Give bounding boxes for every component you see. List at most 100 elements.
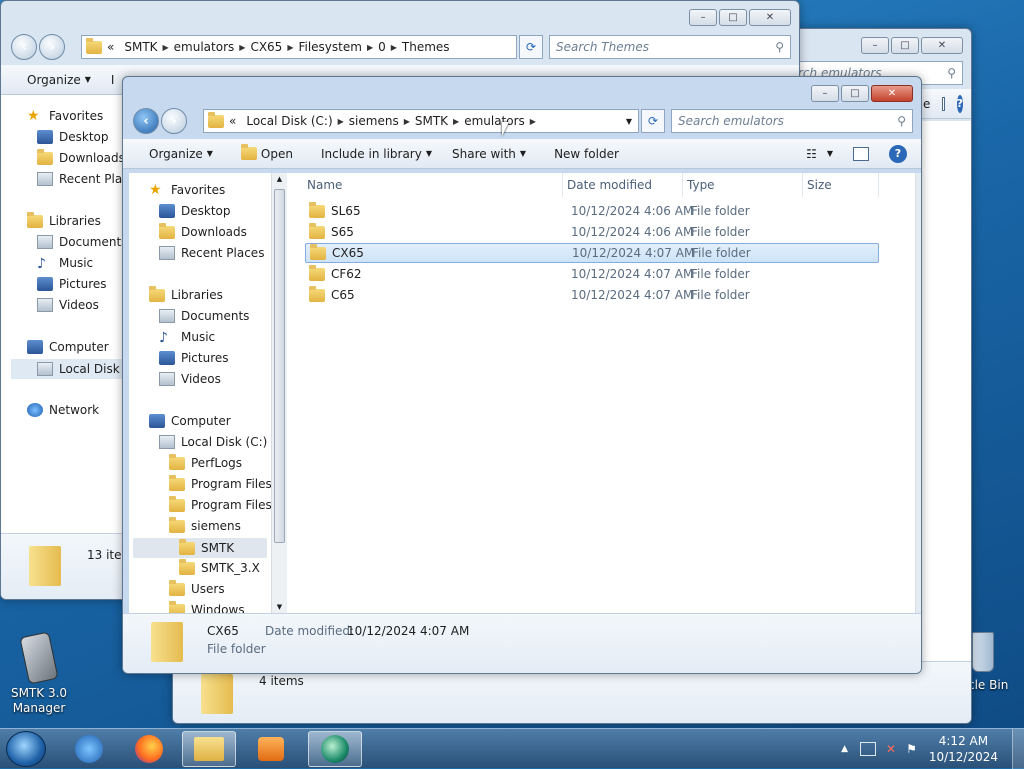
nav-pictures[interactable]: Pictures [159, 351, 229, 365]
start-button[interactable] [6, 731, 46, 767]
nav-perflogs[interactable]: PerfLogs [169, 453, 242, 470]
nav-scrollbar[interactable]: ▲ ▼ [271, 173, 287, 613]
address-segment-emulators[interactable]: emulators [174, 40, 235, 54]
action-center-flag-icon[interactable]: ⚑ [906, 742, 917, 756]
address-dropdown-icon[interactable]: ▼ [626, 117, 632, 126]
nav-videos[interactable]: Videos [159, 372, 221, 386]
close-button[interactable]: ✕ [921, 37, 963, 54]
smtk-manager-desktop-icon[interactable]: SMTK 3.0 Manager [6, 631, 72, 716]
taskbar-smtk-button[interactable] [308, 731, 362, 767]
nav-desktop[interactable]: Desktop [159, 204, 231, 218]
nav-local-disk[interactable]: Local Disk (C:) [159, 435, 267, 449]
organize-button[interactable]: Organize ▼ [1, 73, 101, 87]
refresh-button[interactable]: ⟳ [641, 109, 665, 133]
address-bar[interactable]: « Local Disk (C:) ▶ siemens ▶ SMTK ▶ emulat… [203, 109, 639, 133]
taskbar-media-player-button[interactable] [244, 731, 298, 767]
nav-recent[interactable]: Recent Plac [37, 172, 129, 186]
nav-pictures[interactable]: Pictures [37, 277, 107, 291]
volume-muted-icon[interactable]: ✕ [886, 742, 896, 756]
maximize-button[interactable]: □ [891, 37, 919, 54]
organize-button[interactable]: Organize ▼ [123, 147, 223, 161]
include-in-library-button[interactable]: Include in library ▼ [303, 147, 442, 161]
nav-smtk[interactable]: SMTK [133, 538, 267, 558]
address-segment-0[interactable]: 0 [378, 40, 386, 54]
nav-videos[interactable]: Videos [37, 298, 99, 312]
taskbar-explorer-button[interactable] [182, 731, 236, 767]
minimize-button[interactable]: – [689, 9, 717, 26]
preview-pane-icon[interactable] [942, 96, 945, 111]
nav-computer[interactable]: Computer [149, 414, 231, 428]
nav-computer[interactable]: Computer [27, 340, 109, 354]
close-button[interactable]: ✕ [749, 9, 791, 26]
show-desktop-button[interactable] [1012, 729, 1024, 769]
preview-pane-button[interactable] [843, 146, 879, 161]
nav-windows[interactable]: Windows [169, 600, 245, 613]
forward-button[interactable]: › [39, 34, 65, 60]
maximize-button[interactable]: □ [841, 85, 869, 102]
maximize-button[interactable]: □ [719, 9, 747, 26]
share-with-button[interactable]: Share with ▼ [442, 147, 536, 161]
refresh-button[interactable]: ⟳ [519, 35, 543, 59]
nav-downloads[interactable]: Downloads [159, 222, 247, 239]
clock[interactable]: 4:12 AM 10/12/2024 [929, 733, 998, 765]
column-header-date[interactable]: Date modified [563, 173, 683, 197]
scroll-thumb[interactable] [274, 189, 285, 543]
segment-arrow-icon[interactable]: ▶ [530, 117, 536, 126]
forward-button[interactable]: › [161, 108, 187, 134]
view-options-button[interactable]: ☷ ▼ [796, 147, 843, 161]
nav-documents[interactable]: Documents [37, 235, 127, 249]
nav-program-files-x86[interactable]: Program Files ( [169, 495, 280, 512]
nav-local-disk[interactable]: Local Disk (C [11, 359, 137, 379]
back-button[interactable]: ‹ [133, 108, 159, 134]
minimize-button[interactable]: – [811, 85, 839, 102]
file-row[interactable]: SL65 10/12/2024 4:06 AM File folder [305, 201, 879, 221]
address-segment-smtk[interactable]: SMTK [124, 40, 157, 54]
nav-music[interactable]: ♪ Music [37, 256, 93, 272]
column-header-name[interactable]: Name [303, 173, 563, 197]
address-segment-emulators[interactable]: emulators [464, 114, 525, 128]
segment-arrow-icon[interactable]: ▶ [163, 43, 169, 52]
nav-program-files[interactable]: Program Files [169, 474, 272, 491]
file-row[interactable]: CF62 10/12/2024 4:07 AM File folder [305, 264, 879, 284]
explorer-window-emulators[interactable]: – □ ✕ ‹ › « Local Disk (C:) ▶ siemens ▶ SM… [122, 76, 922, 674]
address-segment-smtk[interactable]: SMTK [415, 114, 448, 128]
tray-overflow-arrow[interactable]: ▲ [841, 744, 848, 754]
segment-arrow-icon[interactable]: ▶ [367, 43, 373, 52]
address-segment-local-disk[interactable]: Local Disk (C:) [246, 114, 332, 128]
address-segment-cx65[interactable]: CX65 [250, 40, 282, 54]
partial-toolbar-button[interactable]: I [101, 73, 125, 87]
segment-arrow-icon[interactable]: ▶ [239, 43, 245, 52]
address-bar[interactable]: « SMTK ▶ emulators ▶ CX65 ▶ Filesystem ▶ 0 ▶ … [81, 35, 517, 59]
close-button[interactable]: ✕ [871, 85, 913, 102]
nav-music[interactable]: ♪ Music [159, 330, 215, 346]
search-input[interactable]: Search Themes ⚲ [549, 35, 791, 59]
back-button[interactable]: ‹ [11, 34, 37, 60]
help-button[interactable]: ? [879, 144, 921, 163]
address-chevron[interactable]: « [107, 40, 114, 54]
segment-arrow-icon[interactable]: ▶ [391, 43, 397, 52]
nav-libraries[interactable]: Libraries [149, 285, 223, 302]
segment-arrow-icon[interactable]: ▶ [404, 117, 410, 126]
open-button[interactable]: Open [223, 144, 303, 161]
nav-recent-places[interactable]: Recent Places [159, 246, 264, 260]
help-icon[interactable]: ? [956, 94, 963, 113]
network-tray-icon[interactable] [860, 742, 876, 756]
address-segment-themes[interactable]: Themes [402, 40, 450, 54]
address-segment-filesystem[interactable]: Filesystem [298, 40, 361, 54]
nav-desktop[interactable]: Desktop [37, 130, 109, 144]
file-row[interactable]: S65 10/12/2024 4:06 AM File folder [305, 222, 879, 242]
address-segment-siemens[interactable]: siemens [349, 114, 399, 128]
nav-network[interactable]: Network [27, 403, 99, 417]
taskbar-ie-button[interactable] [62, 731, 116, 767]
minimize-button[interactable]: – [861, 37, 889, 54]
nav-siemens[interactable]: siemens [169, 516, 241, 533]
column-header-type[interactable]: Type [683, 173, 803, 197]
nav-favorites[interactable]: ★ Favorites [27, 109, 103, 123]
address-chevron[interactable]: « [229, 114, 236, 128]
nav-documents[interactable]: Documents [159, 309, 249, 323]
new-folder-button[interactable]: New folder [536, 147, 629, 161]
segment-arrow-icon[interactable]: ▶ [338, 117, 344, 126]
nav-smtk3x[interactable]: SMTK_3.X [179, 558, 260, 575]
nav-libraries[interactable]: Libraries [27, 211, 101, 228]
file-row[interactable]: CX65 10/12/2024 4:07 AM File folder [305, 243, 879, 263]
